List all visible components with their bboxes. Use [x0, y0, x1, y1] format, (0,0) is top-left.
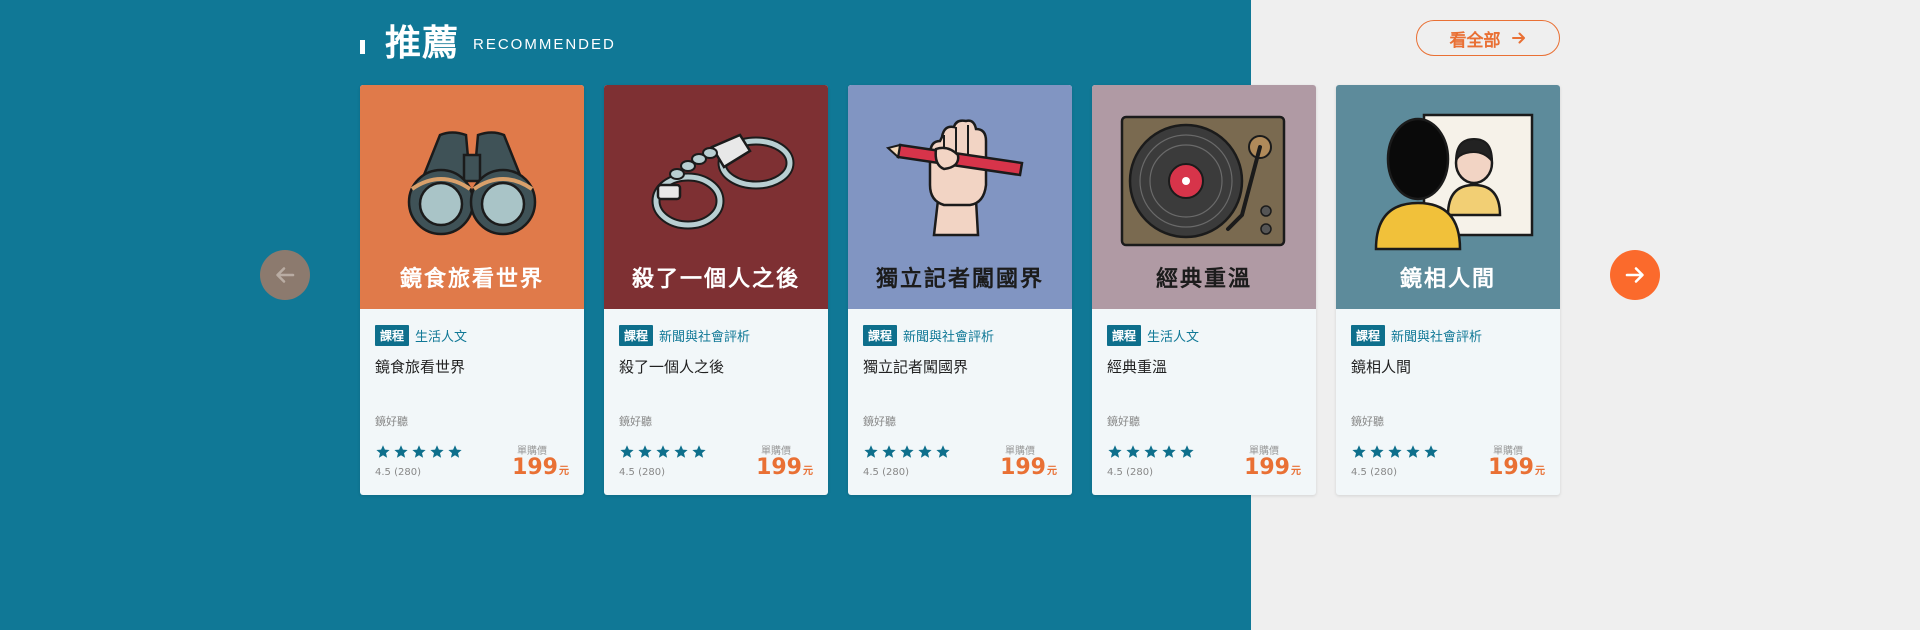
- course-tag: 課程: [863, 325, 898, 346]
- section-subtitle: RECOMMENDED: [473, 35, 616, 53]
- cover-title: 獨立記者闖國界: [875, 267, 1044, 292]
- provider-name: 鏡好聽: [1107, 415, 1140, 428]
- star-icon: [900, 445, 914, 458]
- star-icon: [882, 445, 896, 458]
- provider-name: 鏡好聽: [375, 415, 408, 428]
- card-cover[interactable]: 鏡食旅看世界: [360, 85, 584, 309]
- course-title[interactable]: 殺了一個人之後: [619, 356, 813, 377]
- star-icon: [394, 445, 408, 458]
- provider-name: 鏡好聽: [619, 415, 652, 428]
- star-icon: [918, 445, 932, 458]
- category-link[interactable]: 新聞與社會評析: [659, 326, 750, 345]
- category-link[interactable]: 新聞與社會評析: [903, 326, 994, 345]
- rating-count: 4.5 (280): [375, 467, 421, 478]
- card-body: 課程 新聞與社會評析 鏡相人間 鏡好聽 4.5 (280) 單購價 199元: [1336, 309, 1560, 495]
- cover-title: 殺了一個人之後: [631, 267, 800, 292]
- card-cover[interactable]: 獨立記者闖國界: [848, 85, 1072, 309]
- star-icon: [864, 445, 878, 458]
- star-icon: [638, 445, 652, 458]
- price: 199元: [1000, 455, 1057, 480]
- course-title[interactable]: 獨立記者闖國界: [863, 356, 1057, 377]
- rating-count: 4.5 (280): [1351, 467, 1397, 478]
- carousel-next-button[interactable]: [1610, 250, 1660, 300]
- see-all-button[interactable]: 看全部: [1416, 20, 1560, 56]
- carousel-prev-button[interactable]: [260, 250, 310, 300]
- course-card[interactable]: 殺了一個人之後 課程 新聞與社會評析 殺了一個人之後 鏡好聽 4.5 (280)…: [604, 85, 828, 495]
- star-icon: [1352, 445, 1366, 458]
- star-rating: [1107, 444, 1195, 460]
- cover-title: 鏡食旅看世界: [399, 267, 544, 292]
- star-rating: [1351, 444, 1439, 460]
- star-rating: [863, 444, 951, 460]
- category-link[interactable]: 生活人文: [415, 326, 467, 345]
- card-cover[interactable]: 殺了一個人之後: [604, 85, 828, 309]
- star-icon: [1108, 445, 1122, 458]
- card-body: 課程 生活人文 經典重溫 鏡好聽 4.5 (280) 單購價 199元: [1092, 309, 1316, 495]
- star-icon: [430, 445, 444, 458]
- course-card[interactable]: 經典重溫 課程 生活人文 經典重溫 鏡好聽 4.5 (280) 單購價 199元: [1092, 85, 1316, 495]
- arrow-right-icon: [1511, 32, 1525, 44]
- course-tag: 課程: [1351, 325, 1386, 346]
- star-icon: [656, 445, 670, 458]
- card-body: 課程 新聞與社會評析 殺了一個人之後 鏡好聽 4.5 (280) 單購價 199…: [604, 309, 828, 495]
- star-icon: [1126, 445, 1140, 458]
- price: 199元: [1488, 455, 1545, 480]
- course-card[interactable]: 鏡食旅看世界 課程 生活人文 鏡食旅看世界 鏡好聽 4.5 (280) 單購價 …: [360, 85, 584, 495]
- section-header: 推薦 RECOMMENDED: [360, 18, 616, 64]
- course-tag: 課程: [619, 325, 654, 346]
- header-accent-bar: [360, 40, 365, 54]
- arrow-left-icon: [276, 267, 295, 283]
- star-icon: [412, 445, 426, 458]
- price: 199元: [756, 455, 813, 480]
- star-icon: [448, 445, 462, 458]
- course-tag: 課程: [1107, 325, 1142, 346]
- star-icon: [1406, 445, 1420, 458]
- star-icon: [620, 445, 634, 458]
- star-rating: [619, 444, 707, 460]
- category-link[interactable]: 新聞與社會評析: [1391, 326, 1482, 345]
- course-tag: 課程: [375, 325, 410, 346]
- card-body: 課程 生活人文 鏡食旅看世界 鏡好聽 4.5 (280) 單購價 199元: [360, 309, 584, 495]
- course-title[interactable]: 鏡食旅看世界: [375, 356, 569, 377]
- price: 199元: [512, 455, 569, 480]
- cover-title: 經典重溫: [1155, 267, 1252, 292]
- star-icon: [376, 445, 390, 458]
- rating-count: 4.5 (280): [863, 467, 909, 478]
- card-cover[interactable]: 經典重溫: [1092, 85, 1316, 309]
- course-title[interactable]: 鏡相人間: [1351, 356, 1545, 377]
- category-link[interactable]: 生活人文: [1147, 326, 1199, 345]
- star-icon: [1180, 445, 1194, 458]
- star-icon: [1370, 445, 1384, 458]
- card-body: 課程 新聞與社會評析 獨立記者闖國界 鏡好聽 4.5 (280) 單購價 199…: [848, 309, 1072, 495]
- price: 199元: [1244, 455, 1301, 480]
- course-card[interactable]: 獨立記者闖國界 課程 新聞與社會評析 獨立記者闖國界 鏡好聽 4.5 (280)…: [848, 85, 1072, 495]
- star-icon: [1388, 445, 1402, 458]
- rating-count: 4.5 (280): [1107, 467, 1153, 478]
- star-icon: [1424, 445, 1438, 458]
- star-rating: [375, 444, 463, 460]
- cover-title: 鏡相人間: [1399, 267, 1496, 292]
- course-title[interactable]: 經典重溫: [1107, 356, 1301, 377]
- star-icon: [936, 445, 950, 458]
- course-card[interactable]: 鏡相人間 課程 新聞與社會評析 鏡相人間 鏡好聽 4.5 (280) 單購價 1…: [1336, 85, 1560, 495]
- section-title: 推薦: [385, 23, 460, 64]
- see-all-label: 看全部: [1449, 30, 1501, 51]
- star-icon: [692, 445, 706, 458]
- rating-count: 4.5 (280): [619, 467, 665, 478]
- star-icon: [1144, 445, 1158, 458]
- provider-name: 鏡好聽: [863, 415, 896, 428]
- provider-name: 鏡好聽: [1351, 415, 1384, 428]
- arrow-right-icon: [1625, 267, 1644, 283]
- card-cover[interactable]: 鏡相人間: [1336, 85, 1560, 309]
- star-icon: [674, 445, 688, 458]
- star-icon: [1162, 445, 1176, 458]
